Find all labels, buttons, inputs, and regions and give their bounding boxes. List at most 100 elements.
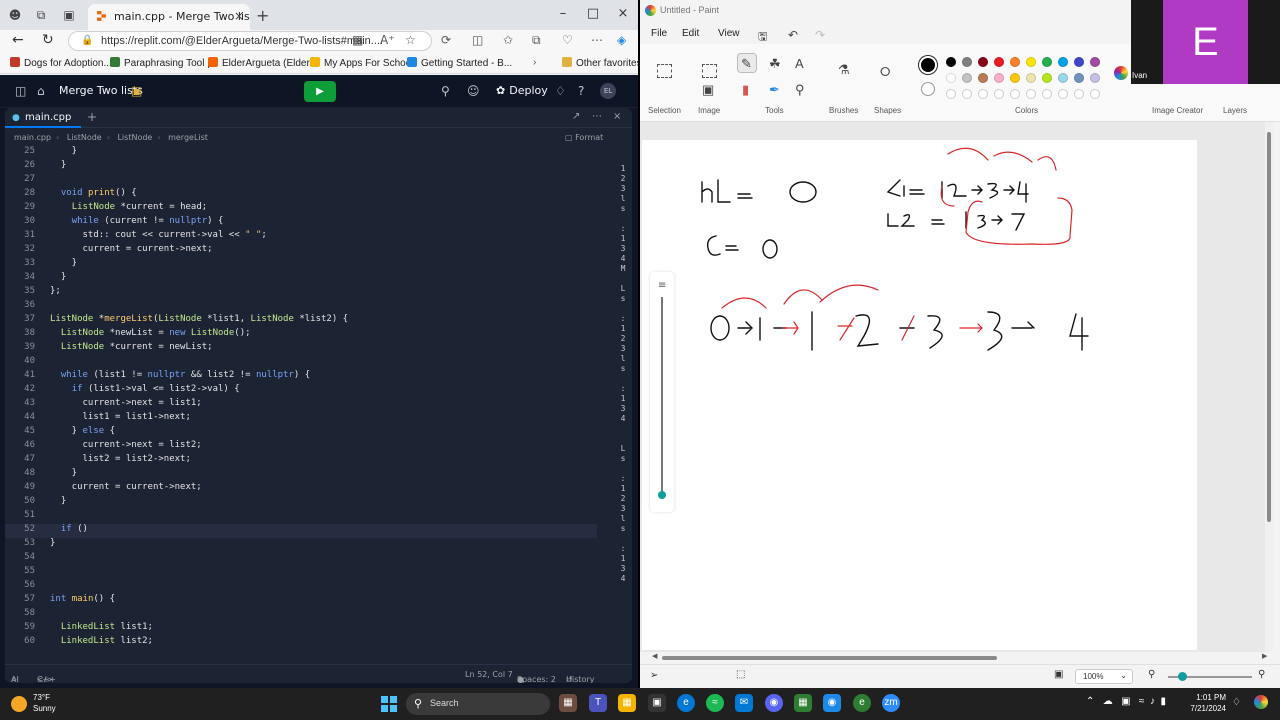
horizontal-scrollbar[interactable]: ◀ ▶ [652, 652, 1267, 662]
code-line[interactable]: 43 current->next = list1; [5, 398, 597, 412]
code-line[interactable]: 47 list2 = list2->next; [5, 454, 597, 468]
notifications-bell-icon[interactable]: ♢ [555, 84, 566, 98]
app-available-icon[interactable]: ▦ [352, 33, 363, 47]
code-line[interactable]: 30 while (current != nullptr) { [5, 216, 597, 230]
code-line[interactable]: 50 } [5, 496, 597, 510]
copilot-taskbar-icon[interactable] [1254, 695, 1268, 709]
scroll-left-icon[interactable]: ◀ [652, 652, 657, 660]
custom-color-slot[interactable] [978, 89, 988, 99]
code-line[interactable]: 32 current = current->next; [5, 244, 597, 258]
code-line[interactable]: 57 int main() { [5, 594, 597, 608]
system-tray[interactable]: ⌃ ☁ ▣ ≈ ♪ ▮ [1086, 696, 1166, 707]
more-menu-icon[interactable]: ⋯ [591, 33, 603, 47]
group-label[interactable]: Layers [1223, 106, 1247, 115]
color-swatch[interactable] [978, 73, 988, 83]
chrome-icon[interactable]: ◉ [823, 694, 841, 712]
project-info-icon[interactable]: ▣ [131, 84, 142, 98]
menu-edit[interactable]: Edit [682, 28, 699, 39]
breadcrumb-item[interactable]: mergeList [168, 133, 208, 142]
drawing-canvas[interactable] [642, 140, 1197, 650]
code-line[interactable]: 59 LinkedList list1; [5, 622, 597, 636]
invite-user-icon[interactable]: ☺ [467, 84, 480, 98]
help-icon[interactable]: ? [578, 84, 584, 98]
slider-knob[interactable] [658, 491, 666, 499]
spotify-icon[interactable]: ≈ [706, 694, 724, 712]
clock[interactable]: 1:01 PM 7/21/2024 [1186, 692, 1226, 714]
mail-icon[interactable]: ✉ [735, 694, 753, 712]
refresh-icon[interactable]: ↻ [42, 32, 54, 48]
split-screen-icon[interactable]: ◫ [472, 33, 483, 47]
pencil-icon[interactable]: ✎ [741, 56, 752, 72]
task-view-icon[interactable]: ▦ [559, 694, 577, 712]
minecraft-icon[interactable]: ▦ [794, 694, 812, 712]
teams-icon[interactable]: T [589, 694, 607, 712]
shapes-icon[interactable]: ⭘ [880, 64, 890, 80]
color-swatch[interactable] [1058, 73, 1068, 83]
fill-bucket-icon[interactable]: ☘ [769, 56, 781, 72]
avatar[interactable]: EL [600, 83, 616, 99]
scroll-right-icon[interactable]: ▶ [1262, 652, 1267, 660]
color-swatch[interactable] [978, 57, 988, 67]
selection-tool-icon[interactable] [657, 64, 672, 78]
close-window-icon[interactable]: × [608, 0, 638, 30]
edge-dev-icon[interactable]: e [853, 694, 871, 712]
custom-color-slot[interactable] [1058, 89, 1068, 99]
code-line[interactable]: 44 list1 = list1->next; [5, 412, 597, 426]
code-line[interactable]: 51 [5, 510, 597, 524]
deploy-button[interactable]: ✿ Deploy [496, 84, 548, 97]
bookmark-item[interactable]: My Apps For School [310, 57, 413, 69]
breadcrumb-item[interactable]: ListNode [117, 133, 152, 142]
bookmark-item[interactable]: Paraphrasing Tool |... [110, 57, 218, 69]
custom-color-slot[interactable] [994, 89, 1004, 99]
profile-icon[interactable]: ☻ [6, 6, 24, 24]
zoom-in-icon[interactable]: ⚲ [1258, 669, 1265, 680]
code-line[interactable]: 35}; [5, 286, 597, 300]
code-line[interactable]: 28 void print() { [5, 188, 597, 202]
code-line[interactable]: 38 ListNode *newList = new ListNode(); [5, 328, 597, 342]
color-swatch[interactable] [1010, 73, 1020, 83]
collections-icon[interactable]: ⧉ [532, 33, 541, 48]
resize-icon[interactable]: ▣ [702, 82, 714, 98]
favorite-star-icon[interactable]: ☆ [405, 33, 416, 47]
minimize-icon[interactable]: – [548, 0, 578, 30]
copilot-icon[interactable]: ◈ [617, 33, 626, 47]
secondary-color-swatch[interactable] [921, 82, 935, 96]
start-button[interactable] [381, 696, 397, 712]
code-line[interactable]: 27 [5, 174, 597, 188]
tab-more-icon[interactable]: ⋯ [592, 111, 602, 122]
edit-colors-icon[interactable] [1114, 66, 1128, 80]
bookmarks-overflow-icon[interactable]: › [533, 57, 536, 68]
code-line[interactable]: 34 } [5, 272, 597, 286]
color-picker-icon[interactable]: ✒ [769, 82, 780, 98]
color-swatch[interactable] [994, 73, 1004, 83]
run-button[interactable]: ▶ [304, 81, 336, 102]
code-area[interactable]: 25 } 26 } 27 28 void print() {29 ListNode *… [5, 146, 597, 666]
custom-color-slot[interactable] [1042, 89, 1052, 99]
fit-to-window-icon[interactable]: ▣ [1054, 669, 1063, 680]
code-line[interactable]: 58 [5, 608, 597, 622]
file-explorer-icon[interactable]: ▦ [618, 694, 636, 712]
color-swatch[interactable] [1042, 73, 1052, 83]
custom-color-slot[interactable] [962, 89, 972, 99]
code-line[interactable]: 25 } [5, 146, 597, 160]
color-swatch[interactable] [1026, 73, 1036, 83]
store-icon[interactable]: ▣ [648, 694, 666, 712]
group-label[interactable]: Image Creator [1152, 106, 1203, 115]
menu-file[interactable]: File [651, 28, 667, 39]
custom-color-slot[interactable] [946, 89, 956, 99]
color-swatch[interactable] [1058, 57, 1068, 67]
bookmark-item[interactable]: Dogs for Adoption... [10, 57, 112, 69]
code-line[interactable]: 60 LinkedList list2; [5, 636, 597, 650]
code-line[interactable]: 48 } [5, 468, 597, 482]
color-swatch[interactable] [994, 57, 1004, 67]
brush-icon[interactable]: ⚗ [838, 62, 850, 78]
code-line[interactable]: 39 ListNode *current = newList; [5, 342, 597, 356]
browser-essentials-icon[interactable]: ♡ [562, 33, 573, 47]
color-swatch[interactable] [1026, 57, 1036, 67]
color-swatch[interactable] [1042, 57, 1052, 67]
custom-color-slot[interactable] [1074, 89, 1084, 99]
color-swatch[interactable] [1074, 57, 1084, 67]
favorites-icon[interactable]: ✩ [503, 33, 513, 47]
new-tab-button[interactable]: + [256, 6, 269, 25]
color-swatch[interactable] [1074, 73, 1084, 83]
